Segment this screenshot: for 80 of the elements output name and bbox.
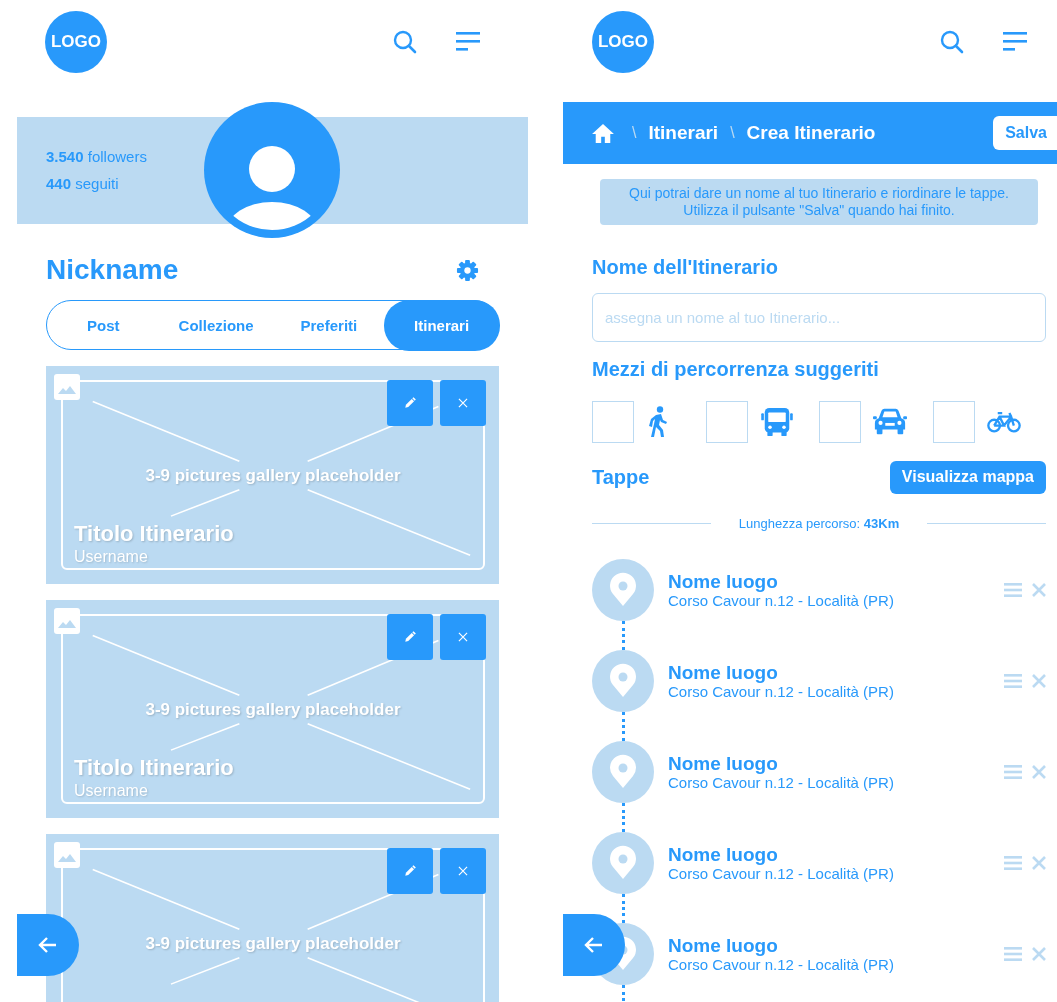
stat-text: 3.540 followers [46,147,148,166]
checkbox[interactable] [705,401,748,443]
itinerary-name-field[interactable]: assegna un nome al tuo Itinerario... [592,293,1046,342]
place-address: Corso Cavour n.12 - Località (PR) [668,592,895,609]
back-button[interactable] [563,914,625,976]
edit-button[interactable] [387,848,433,894]
search-icon[interactable] [393,30,417,54]
pencil-icon [403,630,417,644]
drag-handle-icon[interactable] [1004,947,1022,961]
menu-icon[interactable] [1003,31,1027,53]
image-icon [54,842,80,868]
remove-icon[interactable] [1032,674,1046,688]
delete-button[interactable] [440,848,486,894]
breadcrumb-separator: \ [730,124,735,142]
place-address: Corso Cavour n.12 - Località (PR) [668,865,895,882]
place-name: Nome luogo [668,662,779,683]
logo[interactable]: LOGO [592,11,654,73]
breadcrumb-separator: \ [632,124,637,142]
pencil-icon [403,396,417,410]
breadcrumb-link[interactable]: Itinerari [648,122,719,144]
logo[interactable]: LOGO [45,11,107,73]
username: Username [74,547,149,566]
settings-icon[interactable] [456,258,479,282]
location-pin-icon [592,650,654,712]
close-icon [456,864,470,878]
remove-icon[interactable] [1032,583,1046,597]
itinerary-title: Titolo Itinerario [74,521,234,547]
tab[interactable]: Itinerari [383,299,500,351]
place-name: Nome luogo [668,844,779,865]
image-icon [54,374,80,400]
car-icon [873,408,907,436]
location-pin-icon [592,741,654,803]
search-icon[interactable] [940,30,964,54]
drag-handle-icon[interactable] [1004,583,1022,597]
remove-icon[interactable] [1032,856,1046,870]
bus-icon [759,408,794,436]
drag-handle-icon[interactable] [1004,765,1022,779]
gallery-placeholder-text: 3-9 pictures gallery placeholder [144,466,402,486]
edit-button[interactable] [387,380,433,426]
delete-button[interactable] [440,380,486,426]
remove-icon[interactable] [1032,765,1046,779]
place-name: Nome luogo [668,935,779,956]
breadcrumb-link[interactable]: Crea Itinerario [746,122,876,144]
checkbox[interactable] [819,401,861,443]
gallery-placeholder-text: 3-9 pictures gallery placeholder [144,934,402,954]
close-icon [456,396,470,410]
close-icon [456,630,470,644]
image-icon [54,608,80,634]
nickname: Nickname [46,254,179,286]
checkbox[interactable] [932,401,975,443]
section-heading: Tappe [592,465,650,489]
drag-handle-icon[interactable] [1004,674,1022,688]
itinerary-title: Titolo Itinerario [74,755,234,781]
location-pin-icon [592,832,654,894]
remove-icon[interactable] [1032,947,1046,961]
edit-button[interactable] [387,614,433,660]
info-message: Qui potrai dare un nome al tuo Itinerario e riordinare le tappe. Utilizza il pulsante "Salva" quando hai finito. [600,179,1038,225]
checkbox[interactable] [592,401,634,443]
walking-person-icon [646,406,670,438]
place-name: Nome luogo [668,753,779,774]
place-address: Corso Cavour n.12 - Località (PR) [668,683,895,700]
drag-handle-icon[interactable] [1004,856,1022,870]
stat-text: 440 seguiti [46,174,120,193]
place-name: Nome luogo [668,571,779,592]
back-button[interactable] [17,914,79,976]
save-button[interactable]: Salva [993,116,1057,150]
show-map-button[interactable]: Visualizza mappa [889,460,1046,494]
pencil-icon [403,864,417,878]
username: Username [74,781,149,800]
place-address: Corso Cavour n.12 - Località (PR) [668,956,895,973]
avatar-silhouette-icon [204,102,340,238]
gallery-placeholder-text: 3-9 pictures gallery placeholder [144,700,402,720]
home-icon[interactable] [592,123,614,143]
place-address: Corso Cavour n.12 - Località (PR) [668,774,895,791]
section-heading: Mezzi di percorrenza suggeriti [592,357,880,381]
section-heading: Nome dell'Itinerario [592,255,779,279]
menu-icon[interactable] [456,31,480,53]
delete-button[interactable] [440,614,486,660]
route-length-text: Lunghezza percorso: 43Km [737,516,901,531]
location-pin-icon [592,559,654,621]
